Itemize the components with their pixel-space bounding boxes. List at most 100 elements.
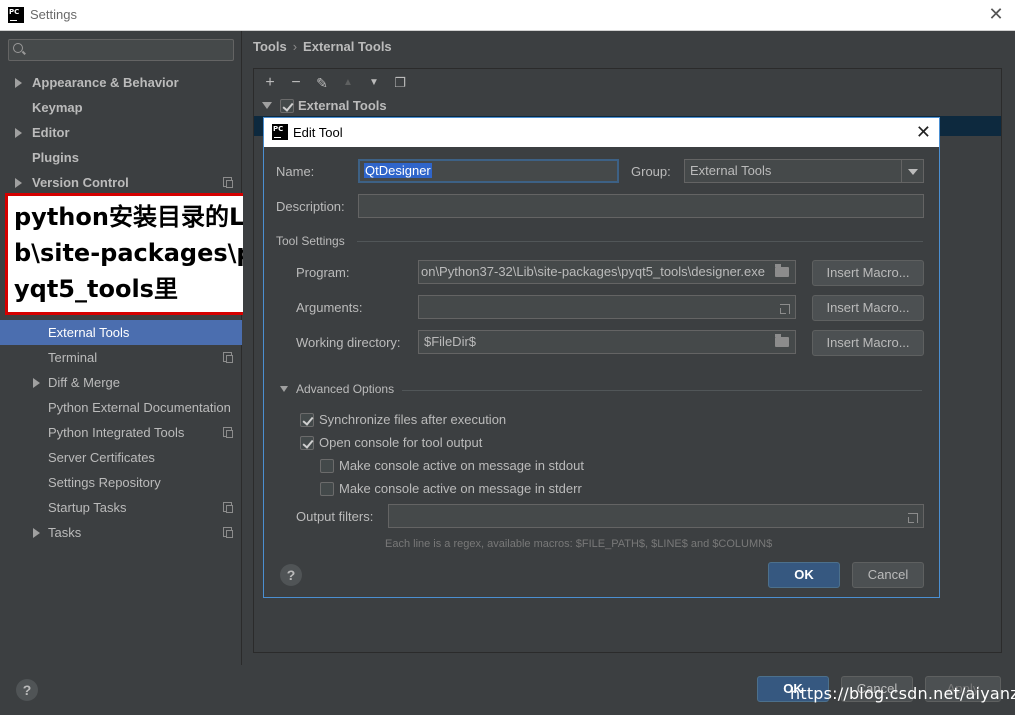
output-filters-input[interactable] <box>388 504 924 528</box>
dialog-help-button[interactable]: ? <box>280 564 302 586</box>
group-value: External Tools <box>690 163 772 178</box>
console-stderr-option[interactable]: Make console active on message in stderr <box>320 480 640 498</box>
chevron-down-icon <box>280 386 288 392</box>
remove-icon[interactable]: − <box>288 74 304 92</box>
console-stdout-option[interactable]: Make console active on message in stdout <box>320 457 640 475</box>
copy-icon[interactable]: ❐ <box>392 74 408 92</box>
chevron-down-icon[interactable] <box>262 102 272 109</box>
pycharm-logo-icon: PC <box>272 124 288 140</box>
insert-macro-workdir-button[interactable]: Insert Macro... <box>812 330 924 356</box>
project-scope-icon <box>223 427 233 438</box>
sidebar-item-label: Python External Documentation <box>48 400 231 415</box>
search-icon <box>13 43 23 53</box>
sidebar-item-label: Version Control <box>32 175 129 190</box>
group-label: Group: <box>631 164 671 179</box>
name-label: Name: <box>276 164 315 179</box>
sidebar-item-terminal[interactable]: Terminal <box>0 345 242 370</box>
advanced-options-toggle[interactable]: Advanced Options <box>280 382 420 398</box>
sidebar-item-editor[interactable]: Editor <box>0 120 242 145</box>
sidebar-item-keymap[interactable]: Keymap <box>0 95 242 120</box>
expand-icon[interactable] <box>908 513 918 523</box>
folder-icon[interactable] <box>775 264 789 277</box>
console-stderr-checkbox[interactable] <box>320 482 334 496</box>
sidebar-item-tasks[interactable]: Tasks <box>0 520 242 545</box>
tree-group-label: External Tools <box>298 98 387 113</box>
name-value: QtDesigner <box>364 163 432 178</box>
console-stdout-checkbox[interactable] <box>320 459 334 473</box>
section-divider <box>402 390 922 391</box>
output-filters-label: Output filters: <box>296 509 374 524</box>
sidebar-item-appearance[interactable]: Appearance & Behavior <box>0 70 242 95</box>
breadcrumb-root[interactable]: Tools <box>253 39 287 54</box>
expand-icon[interactable] <box>780 304 790 314</box>
sidebar-item-python-external-docs[interactable]: Python External Documentation <box>0 395 242 420</box>
chevron-right-icon <box>33 378 40 388</box>
description-input[interactable] <box>358 194 924 218</box>
watermark: https://blog.csdn.net/aiyanzielf <box>790 684 1015 703</box>
move-down-icon[interactable]: ▼ <box>366 74 382 92</box>
insert-macro-program-button[interactable]: Insert Macro... <box>812 260 924 286</box>
project-scope-icon <box>223 177 233 188</box>
chevron-down-icon[interactable] <box>901 160 923 182</box>
edit-tool-dialog: PC Edit Tool ✕ Name: QtDesigner Group: E… <box>263 117 940 598</box>
breadcrumb: Tools › External Tools <box>253 39 392 54</box>
sidebar-item-label: Plugins <box>32 150 79 165</box>
sidebar-item-label: Diff & Merge <box>48 375 121 390</box>
sidebar-item-version-control[interactable]: Version Control <box>0 170 242 195</box>
advanced-options-label: Advanced Options <box>296 382 395 396</box>
sidebar-item-startup-tasks[interactable]: Startup Tasks <box>0 495 242 520</box>
sidebar-item-python-integrated-tools[interactable]: Python Integrated Tools <box>0 420 242 445</box>
sidebar-item-label: Appearance & Behavior <box>32 75 179 90</box>
sidebar-item-label: Tasks <box>48 525 82 540</box>
sidebar-item-settings-repository[interactable]: Settings Repository <box>0 470 242 495</box>
open-console-option[interactable]: Open console for tool output <box>300 434 600 452</box>
add-icon[interactable]: + <box>262 74 278 92</box>
close-icon[interactable]: ✕ <box>988 5 1004 23</box>
project-scope-icon <box>223 352 233 363</box>
dialog-ok-button[interactable]: OK <box>768 562 840 588</box>
name-input[interactable]: QtDesigner <box>358 159 619 183</box>
working-directory-label: Working directory: <box>296 335 401 350</box>
tool-settings-label: Tool Settings <box>276 234 345 248</box>
working-directory-input[interactable]: $FileDir$ <box>418 330 796 354</box>
sidebar-item-external-tools[interactable]: External Tools <box>0 320 242 345</box>
open-console-label: Open console for tool output <box>319 435 483 450</box>
sync-files-label: Synchronize files after execution <box>319 412 507 427</box>
sidebar-item-label: Editor <box>32 125 70 140</box>
sidebar-item-label: Terminal <box>48 350 98 365</box>
folder-icon[interactable] <box>775 334 789 347</box>
sidebar-item-server-certificates[interactable]: Server Certificates <box>0 445 242 470</box>
annotation-callout: python安装目录的Lib\site-packages\pyqt5_tools… <box>5 193 264 315</box>
chevron-right-icon <box>15 78 22 88</box>
group-enabled-checkbox[interactable] <box>280 99 294 113</box>
insert-macro-arguments-button[interactable]: Insert Macro... <box>812 295 924 321</box>
pycharm-logo-icon: PC <box>8 7 24 23</box>
window-title-bar: PC Settings ✕ <box>0 0 1015 31</box>
arguments-input[interactable] <box>418 295 796 319</box>
help-button[interactable]: ? <box>16 679 38 701</box>
sidebar-item-label: Keymap <box>32 100 83 115</box>
project-scope-icon <box>223 527 233 538</box>
sidebar-item-plugins[interactable]: Plugins <box>0 145 242 170</box>
search-input[interactable] <box>8 39 234 61</box>
arguments-label: Arguments: <box>296 300 363 315</box>
dialog-title: Edit Tool <box>293 125 343 140</box>
move-up-icon[interactable]: ▲ <box>340 74 356 92</box>
group-select[interactable]: External Tools <box>684 159 924 183</box>
console-stdout-label: Make console active on message in stdout <box>339 458 584 473</box>
breadcrumb-separator: › <box>292 39 298 54</box>
program-input[interactable]: on\Python37-32\Lib\site-packages\pyqt5_t… <box>418 260 796 284</box>
breadcrumb-current: External Tools <box>303 39 392 54</box>
sidebar-item-label: Python Integrated Tools <box>48 425 185 440</box>
sidebar-item-label: External Tools <box>48 325 130 340</box>
description-label: Description: <box>276 199 345 214</box>
dialog-cancel-button[interactable]: Cancel <box>852 562 924 588</box>
open-console-checkbox[interactable] <box>300 436 314 450</box>
edit-icon[interactable]: ✎ <box>314 74 330 92</box>
chevron-right-icon <box>33 528 40 538</box>
sync-files-option[interactable]: Synchronize files after execution <box>300 411 600 429</box>
sync-files-checkbox[interactable] <box>300 413 314 427</box>
sidebar-item-diff-merge[interactable]: Diff & Merge <box>0 370 242 395</box>
output-filters-hint: Each line is a regex, available macros: … <box>385 538 773 550</box>
close-icon[interactable]: ✕ <box>916 122 931 142</box>
